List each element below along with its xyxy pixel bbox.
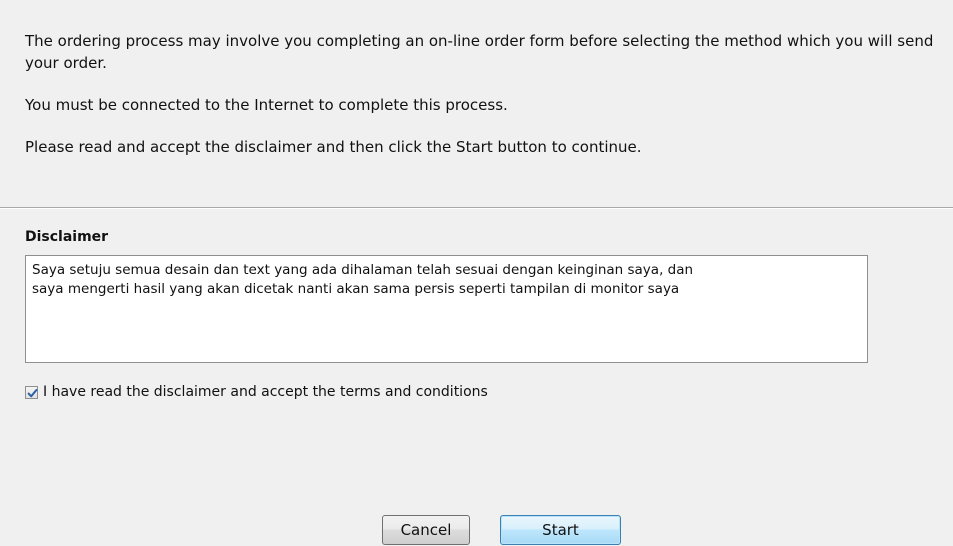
intro-ordering-process: The ordering process may involve you com…	[25, 32, 934, 72]
accept-terms-checkbox[interactable]	[25, 385, 38, 399]
accept-terms-label[interactable]: I have read the disclaimer and accept th…	[43, 384, 488, 400]
start-button[interactable]: Start	[500, 515, 621, 545]
cancel-button[interactable]: Cancel	[382, 515, 470, 545]
section-divider	[0, 207, 953, 209]
disclaimer-label: Disclaimer	[25, 229, 109, 245]
accept-terms-row[interactable]: I have read the disclaimer and accept th…	[25, 382, 488, 402]
checkmark-icon	[27, 388, 38, 397]
intro-text: The ordering process may involve you com…	[25, 30, 945, 178]
intro-instructions: Please read and accept the disclaimer an…	[25, 138, 642, 156]
intro-internet-required: You must be connected to the Internet to…	[25, 96, 508, 114]
order-dialog: The ordering process may involve you com…	[0, 0, 953, 546]
disclaimer-textbox[interactable]: Saya setuju semua desain dan text yang a…	[25, 255, 868, 363]
